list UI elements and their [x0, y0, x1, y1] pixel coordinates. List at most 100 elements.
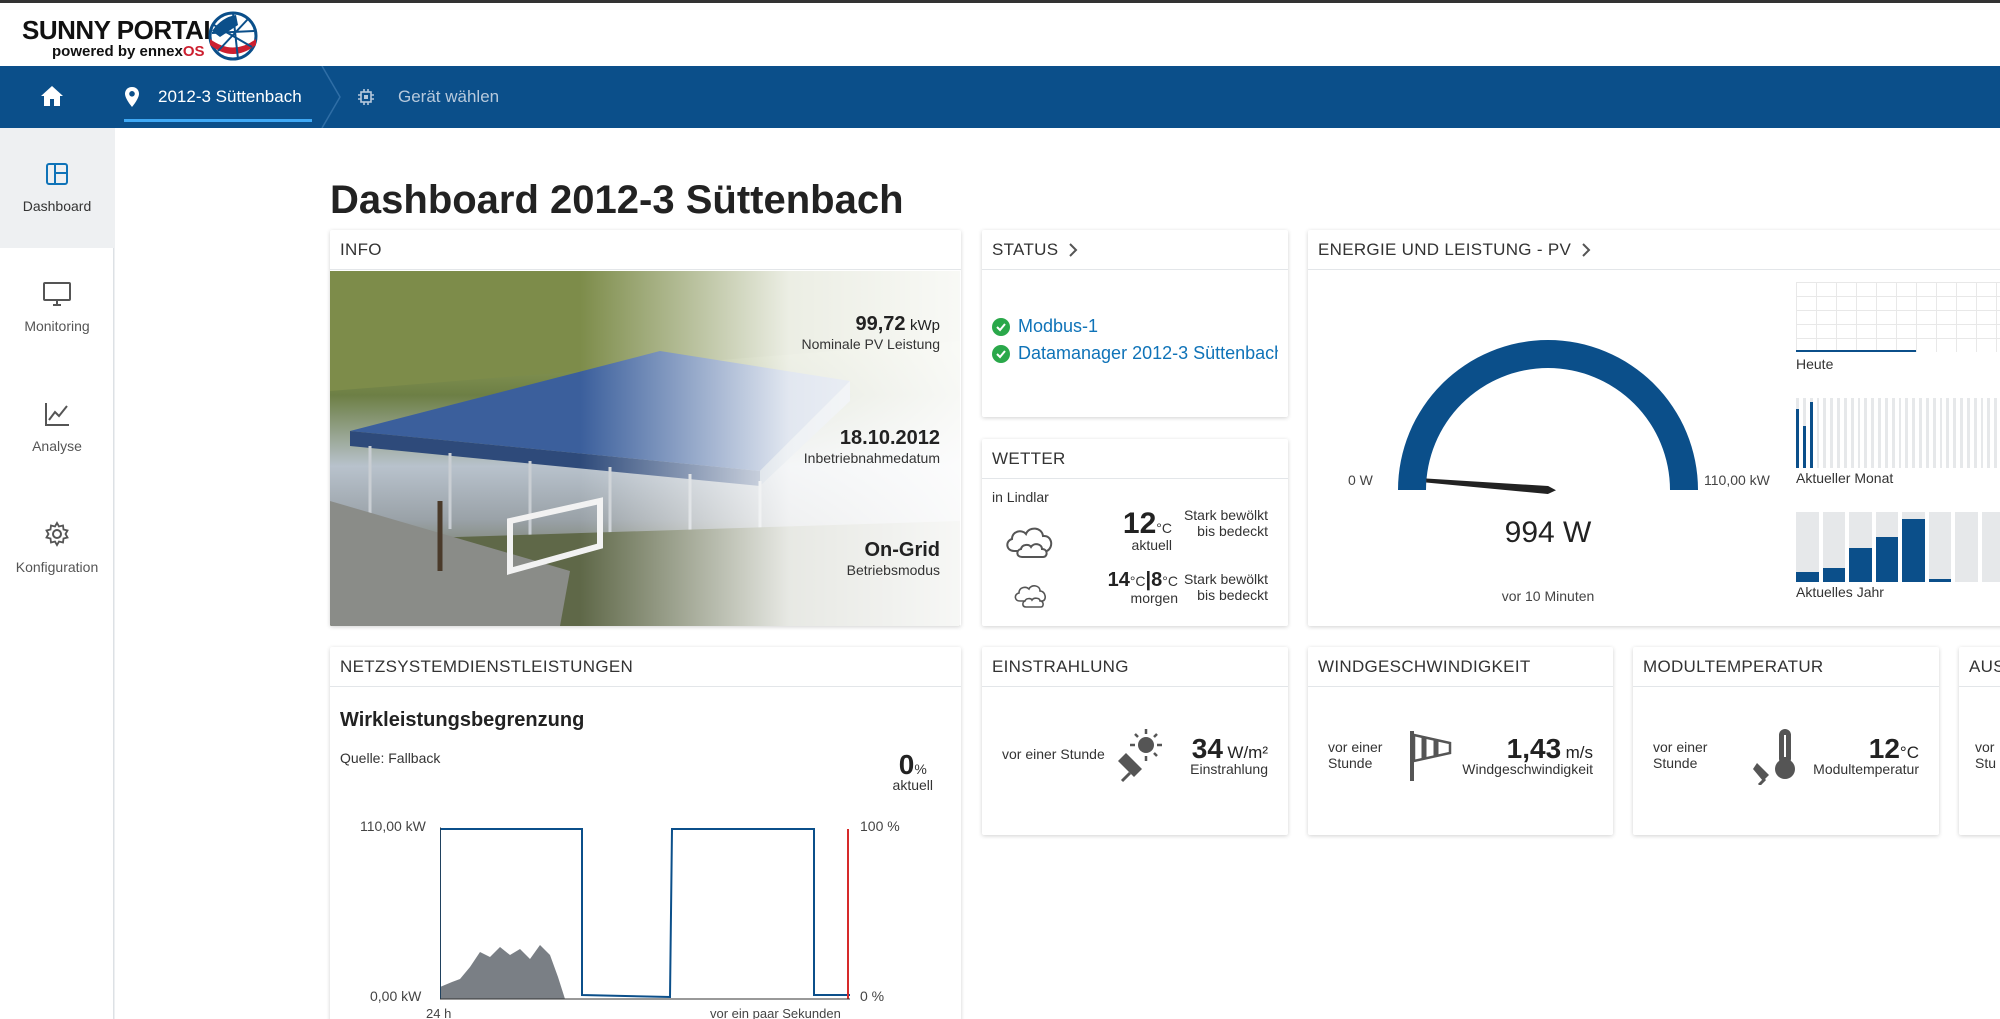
month-bg-bar: [1898, 398, 1902, 468]
module-temp-card-title: MODULTEMPERATUR: [1643, 656, 1824, 676]
status-item-modbus[interactable]: Modbus-1: [992, 316, 1278, 337]
weather-now-desc: Stark bewölkt bis bedeckt: [1183, 507, 1268, 539]
chevron-right-icon: [1582, 242, 1591, 257]
x-left-label: 24 h: [426, 1007, 452, 1019]
month-bg-bar: [1816, 398, 1820, 468]
today-label: Heute: [1796, 356, 1834, 372]
sidebar-item-label: Analyse: [32, 438, 82, 454]
breadcrumb-plant[interactable]: 2012-3 Süttenbach: [124, 66, 312, 128]
logo[interactable]: SUNNY PORTAL powered by ennexOS: [22, 15, 219, 60]
info-commissioning-date: 18.10.2012 Inbetriebnahmedatum: [803, 427, 940, 466]
month-bg-bar: [1884, 398, 1888, 468]
wind-card-header: WINDGESCHWINDIGKEIT: [1308, 647, 1613, 687]
current-power-value: 994 W: [1504, 516, 1592, 549]
month-bg-bar: [1857, 398, 1861, 468]
logo-title: SUNNY PORTAL: [22, 15, 219, 45]
grid-services-subtitle: Wirkleistungsbegrenzung: [340, 709, 585, 731]
energy-card: ENERGIE UND LEISTUNG - PV 0 W 110,00 kW …: [1308, 230, 2000, 626]
weather-card-title: WETTER: [992, 448, 1066, 468]
status-card-header[interactable]: STATUS: [982, 230, 1288, 270]
today-mini-chart[interactable]: [1796, 282, 2000, 352]
page-title: Dashboard 2012-3 Süttenbach: [330, 178, 904, 222]
status-card: STATUS Modbus-1 Datamanager 2012-3 Sütte…: [982, 230, 1288, 417]
month-bg-bar: [1987, 398, 1991, 468]
sidebar-item-analyse[interactable]: Analyse: [0, 368, 114, 488]
top-header: SUNNY PORTAL powered by ennexOS: [0, 0, 2000, 66]
weather-tomorrow-desc: Stark bewölkt bis bedeckt: [1183, 571, 1268, 603]
wind-card-title: WINDGESCHWINDIGKEIT: [1318, 656, 1531, 676]
year-bar: [1796, 571, 1819, 582]
irradiation-time: vor einer Stunde: [1002, 746, 1105, 762]
dashboard-icon: [46, 163, 68, 185]
grid-services-card: NETZSYSTEMDIENSTLEISTUNGEN Wirkleistungs…: [330, 647, 961, 1019]
month-bar: [1796, 408, 1799, 468]
month-bg-bar: [1994, 398, 1998, 468]
status-card-title: STATUS: [992, 239, 1059, 259]
gauge-arc: [1398, 340, 1698, 490]
info-operating-mode: On-Grid Betriebsmodus: [846, 539, 940, 578]
cloud-icon: [1006, 527, 1053, 558]
wind-card: WINDGESCHWINDIGKEIT vor einer Stunde 1,43…: [1308, 647, 1613, 835]
year-bg-bar: [1928, 512, 1951, 582]
month-bg-bar: [1823, 398, 1827, 468]
gauge-min-label: 0 W: [1348, 472, 1373, 488]
breadcrumb-device[interactable]: Gerät wählen: [356, 66, 499, 128]
x-right-label: vor ein paar Sekunden: [710, 1007, 841, 1019]
month-bg-bar: [1946, 398, 1950, 468]
gauge-max-label: 110,00 kW: [1704, 472, 1770, 488]
month-bg-bar: [1837, 398, 1840, 468]
partial-card-header: AUS: [1959, 647, 2000, 687]
grid-services-card-header: NETZSYSTEMDIENSTLEISTUNGEN: [330, 647, 961, 687]
y-top-right-label: 100 %: [860, 818, 900, 834]
grid-services-card-title: NETZSYSTEMDIENSTLEISTUNGEN: [340, 656, 634, 676]
module-temp-card-header: MODULTEMPERATUR: [1633, 647, 1939, 687]
breadcrumb-bar: 2012-3 Süttenbach Gerät wählen: [0, 66, 2000, 128]
info-card: INFO 99,72 kWp Nominale PV Leistung 18.1…: [330, 230, 961, 626]
year-label: Aktuelles Jahr: [1796, 584, 1884, 600]
breadcrumb-separator: [321, 66, 341, 128]
energy-card-title: ENERGIE UND LEISTUNG - PV: [1318, 239, 1572, 259]
weather-tomorrow: 14°C|8°C morgen: [1107, 569, 1178, 606]
month-bg-bar: [1960, 398, 1963, 468]
month-bg-bar: [1932, 398, 1936, 468]
month-bg-bar: [1912, 398, 1916, 468]
module-temp-value: 12°C Modultemperatur: [1813, 733, 1919, 777]
info-card-header: INFO: [330, 230, 961, 270]
status-item-datamanager[interactable]: Datamanager 2012-3 Süttenbach: [992, 343, 1278, 364]
energy-card-header[interactable]: ENERGIE UND LEISTUNG - PV: [1308, 230, 2000, 270]
month-bar: [1802, 426, 1806, 468]
month-bg-bar: [1891, 398, 1895, 468]
partial-card-title: AUS: [1969, 656, 2000, 676]
grid-limit-chart[interactable]: [440, 827, 850, 1007]
sidebar-item-konfiguration[interactable]: Konfiguration: [0, 488, 114, 608]
year-mini-chart[interactable]: [1796, 512, 2000, 582]
weather-card-header: WETTER: [982, 439, 1288, 479]
breadcrumb-plant-label: 2012-3 Süttenbach: [158, 87, 302, 106]
info-nominal-power: 99,72 kWp Nominale PV Leistung: [801, 313, 940, 352]
month-bg-bar: [1925, 398, 1929, 468]
y-bottom-left-label: 0,00 kW: [370, 988, 422, 1004]
module-temp-card: MODULTEMPERATUR vor einer Stunde 12°C Mod…: [1633, 647, 1939, 835]
y-top-left-label: 110,00 kW: [360, 818, 426, 834]
y-bottom-right-label: 0 %: [860, 988, 885, 1004]
month-mini-chart[interactable]: [1796, 398, 2000, 468]
sun-panel-icon: [1118, 729, 1162, 783]
check-circle-icon: [992, 317, 1010, 336]
sidebar-item-label: Konfiguration: [15, 559, 99, 575]
month-bg-bar: [1830, 398, 1834, 468]
sidebar-item-dashboard[interactable]: Dashboard: [0, 128, 114, 248]
monitor-icon: [43, 282, 71, 306]
thermometer-panel-icon: [1753, 729, 1795, 785]
irradiation-card: EINSTRAHLUNG vor einer Stunde 34 W/m² Ei…: [982, 647, 1288, 835]
partial-card-time: vor Stu: [1975, 739, 1997, 771]
current-power-time: vor 10 Minuten: [1501, 588, 1595, 604]
month-bg-bar: [1843, 398, 1847, 468]
weather-location: in Lindlar: [992, 489, 1049, 505]
wind-value: 1,43 m/s Windgeschwindigkeit: [1462, 733, 1593, 777]
month-bar: [1809, 401, 1813, 468]
home-icon[interactable]: [38, 82, 66, 110]
plant-photo: 99,72 kWp Nominale PV Leistung 18.10.201…: [330, 271, 960, 626]
module-temp-time: vor einer Stunde: [1653, 739, 1708, 771]
sidebar-item-monitoring[interactable]: Monitoring: [0, 248, 114, 368]
month-label: Aktueller Monat: [1796, 470, 1894, 486]
